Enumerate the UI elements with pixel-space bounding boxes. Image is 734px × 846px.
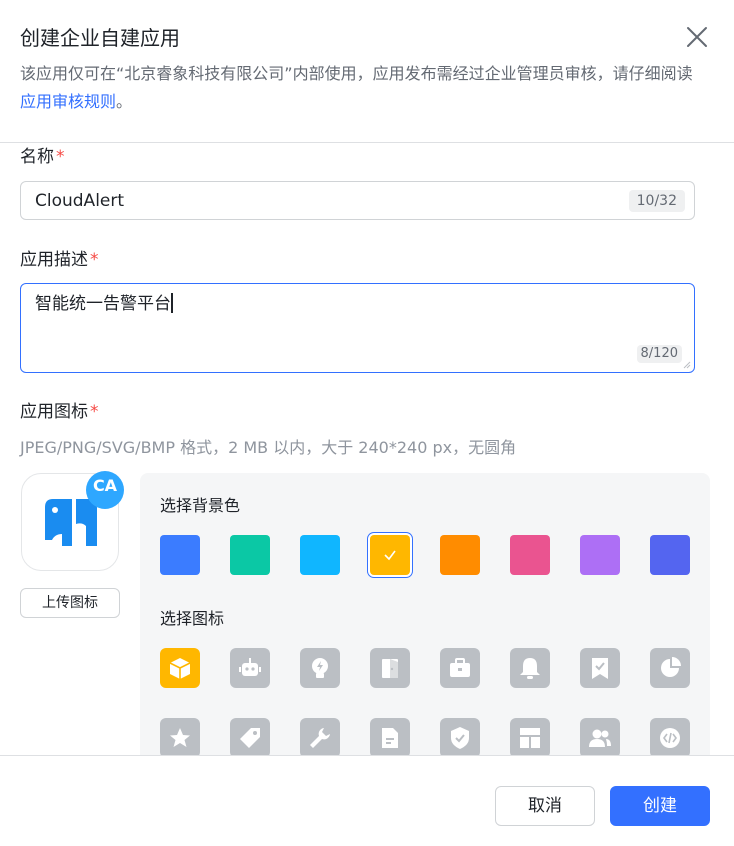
tag-icon xyxy=(240,728,260,748)
required-mark: * xyxy=(56,147,65,167)
app-icon-label: 应用图标 * xyxy=(20,400,99,424)
description-value-text: 智能统一告警平台 xyxy=(35,294,171,314)
bell-icon xyxy=(520,658,540,679)
color-swatch-sky[interactable] xyxy=(300,535,340,575)
icon-option-tag[interactable] xyxy=(230,718,270,755)
color-swatch-teal[interactable] xyxy=(230,535,270,575)
robot-icon xyxy=(239,658,261,676)
icon-option-lightbulb[interactable] xyxy=(300,648,340,688)
subtitle-end: 。 xyxy=(116,92,133,111)
document-icon xyxy=(382,728,398,748)
review-rules-link[interactable]: 应用审核规则 xyxy=(20,92,116,111)
create-app-dialog: 创建企业自建应用 该应用仅可在“北京睿象科技有限公司”内部使用，应用发布需经过企… xyxy=(0,0,734,846)
icon-option-robot[interactable] xyxy=(230,648,270,688)
cube-icon xyxy=(169,658,191,679)
name-input[interactable]: CloudAlert 10/32 xyxy=(20,181,695,220)
dialog-subtitle: 该应用仅可在“北京睿象科技有限公司”内部使用，应用发布需经过企业管理员审核，请仔… xyxy=(20,60,700,116)
door-icon xyxy=(382,659,398,678)
lightbulb-icon xyxy=(312,658,328,678)
color-swatch-orange[interactable] xyxy=(440,535,480,575)
pie-chart-icon xyxy=(661,657,681,677)
star-icon xyxy=(170,728,190,747)
app-icon-label-text: 应用图标 xyxy=(20,402,88,422)
required-mark: * xyxy=(90,402,99,422)
name-input-value: CloudAlert xyxy=(35,191,125,211)
icon-option-bell[interactable] xyxy=(510,648,550,688)
cancel-button[interactable]: 取消 xyxy=(495,786,595,826)
icon-option-cube[interactable] xyxy=(160,648,200,688)
briefcase-icon xyxy=(450,658,470,677)
layout-icon xyxy=(520,728,540,748)
code-icon xyxy=(660,728,680,748)
icon-option-wrench[interactable] xyxy=(300,718,340,755)
icon-option-layout[interactable] xyxy=(510,718,550,755)
description-value: 智能统一告警平台 xyxy=(35,292,173,316)
color-swatch-indigo[interactable] xyxy=(650,535,690,575)
icon-format-hint: JPEG/PNG/SVG/BMP 格式，2 MB 以内，大于 240*240 p… xyxy=(20,438,517,457)
name-label-text: 名称 xyxy=(20,147,54,167)
name-label: 名称 * xyxy=(20,145,65,169)
color-swatch-pink[interactable] xyxy=(510,535,550,575)
bg-color-title: 选择背景色 xyxy=(160,496,241,515)
required-mark: * xyxy=(90,250,99,270)
icon-select-title: 选择图标 xyxy=(160,609,225,628)
footer-divider xyxy=(0,755,734,756)
check-icon xyxy=(384,550,396,561)
icon-option-star[interactable] xyxy=(160,718,200,755)
icon-option-briefcase[interactable] xyxy=(440,648,480,688)
icon-option-pie-chart[interactable] xyxy=(650,648,690,688)
icon-option-code[interactable] xyxy=(650,718,690,755)
resize-handle-icon[interactable] xyxy=(683,361,691,369)
bookmark-check-icon xyxy=(592,658,608,679)
description-char-counter: 8/120 xyxy=(636,345,682,363)
subtitle-text: 该应用仅可在“北京睿象科技有限公司”内部使用，应用发布需经过企业管理员审核，请仔… xyxy=(20,64,693,83)
icon-picker-panel: 选择背景色 选择图标 xyxy=(140,473,710,755)
text-caret xyxy=(171,293,173,313)
color-swatch-purple[interactable] xyxy=(580,535,620,575)
close-icon[interactable] xyxy=(684,24,710,50)
create-button[interactable]: 创建 xyxy=(610,786,710,826)
color-swatch-yellow[interactable] xyxy=(370,535,410,575)
shield-check-icon xyxy=(451,727,469,749)
icon-option-users[interactable] xyxy=(580,718,620,755)
icon-option-bookmark[interactable] xyxy=(580,648,620,688)
upload-icon-button[interactable]: 上传图标 xyxy=(20,588,120,618)
description-textarea[interactable]: 智能统一告警平台 8/120 xyxy=(20,283,695,373)
users-icon xyxy=(589,729,611,747)
icon-option-shield[interactable] xyxy=(440,718,480,755)
color-swatch-blue[interactable] xyxy=(160,535,200,575)
description-label-text: 应用描述 xyxy=(20,250,88,270)
header-divider xyxy=(0,142,734,143)
icon-option-door[interactable] xyxy=(370,648,410,688)
dialog-title: 创建企业自建应用 xyxy=(20,26,180,50)
icon-option-document[interactable] xyxy=(370,718,410,755)
description-label: 应用描述 * xyxy=(20,248,99,272)
wrench-icon xyxy=(310,728,330,748)
name-char-counter: 10/32 xyxy=(628,190,685,212)
app-badge: CA xyxy=(86,471,124,509)
